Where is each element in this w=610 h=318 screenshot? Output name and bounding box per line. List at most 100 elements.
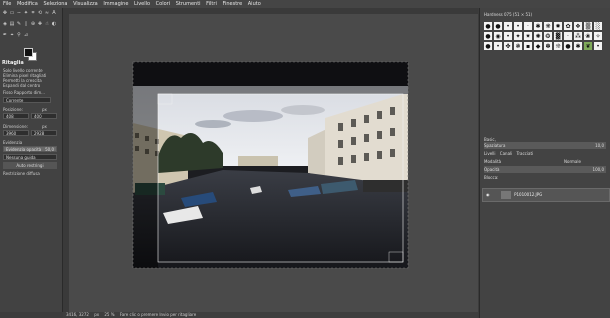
- layer-item[interactable]: ◉ P1010012.JPG: [482, 188, 610, 202]
- brush-grid: ● ● • • · ✱ ❋ ✸ ✿ ❖ ▒ ░ ● ◉ • ✦ ✷ ✺ ❂ ▓ …: [484, 22, 604, 50]
- clone-icon[interactable]: ⊕: [30, 21, 36, 27]
- canvas-area[interactable]: [63, 8, 478, 312]
- brush-swatch[interactable]: ●: [564, 42, 572, 50]
- measure-icon[interactable]: ⊿: [23, 32, 29, 38]
- brush-swatch[interactable]: ✿: [564, 22, 572, 30]
- fuzzy-select-icon[interactable]: ✦: [23, 10, 29, 16]
- text-tool-icon[interactable]: A: [51, 10, 57, 16]
- option-fixed-ratio[interactable]: Fisso Rapporto dim...: [3, 90, 45, 95]
- brush-swatch[interactable]: •: [514, 22, 522, 30]
- brush-swatch[interactable]: •: [504, 22, 512, 30]
- size-width-field[interactable]: 3960: [3, 130, 29, 136]
- heal-icon[interactable]: ✚: [37, 21, 43, 27]
- brush-swatch[interactable]: ░: [594, 22, 602, 30]
- menu-immagine[interactable]: Immagine: [103, 1, 128, 7]
- brush-swatch[interactable]: ❊: [554, 42, 562, 50]
- position-y-field[interactable]: 400: [31, 113, 57, 119]
- brush-spacing-slider[interactable]: Spaziatura 10,0: [484, 142, 606, 149]
- picker-icon[interactable]: ⌖: [9, 32, 15, 38]
- guides-select[interactable]: Nessuna guida: [3, 154, 57, 160]
- brush-swatch[interactable]: ●: [484, 32, 492, 40]
- zoom-level[interactable]: 25 %: [104, 312, 114, 317]
- layer-opacity-slider[interactable]: Opacità 100,0: [484, 166, 606, 173]
- warp-icon[interactable]: ≈: [44, 10, 50, 16]
- layer-mode-select[interactable]: Normale: [564, 158, 581, 165]
- auto-shrink-button[interactable]: Auto restringi: [3, 162, 57, 169]
- brush-swatch[interactable]: ✸: [554, 22, 562, 30]
- menu-strumenti[interactable]: Strumenti: [176, 1, 201, 7]
- brush-swatch[interactable]: ▓: [554, 32, 562, 40]
- brush-swatch[interactable]: ❦: [584, 42, 592, 50]
- size-unit[interactable]: px: [42, 124, 47, 129]
- brush-swatch[interactable]: ◉: [494, 32, 502, 40]
- toolbox-panel: ✥ ▭ ∽ ✦ ⌗ ⟲ ≈ A ◈ ▤ ✎ ▯ ⊕ ✚ ☝ ◐ ✒ ⌖ ⚲ ⊿ …: [0, 8, 63, 312]
- transform-icon[interactable]: ⟲: [37, 10, 43, 16]
- gradient-icon[interactable]: ▤: [9, 21, 15, 27]
- layer-mode-row: Modalità Normale: [484, 158, 606, 165]
- tab-layers[interactable]: Livelli: [484, 151, 496, 156]
- lasso-icon[interactable]: ∽: [16, 10, 22, 16]
- aspect-current-select[interactable]: Corrente: [3, 97, 51, 103]
- option-shrink-merged[interactable]: Restrizione diffusa: [3, 171, 40, 176]
- brush-swatch[interactable]: ❂: [544, 32, 552, 40]
- menu-file[interactable]: File: [3, 1, 11, 7]
- position-x-field[interactable]: 408: [3, 113, 29, 119]
- brush-swatch[interactable]: ✱: [574, 42, 582, 50]
- brush-swatch[interactable]: ✽: [544, 42, 552, 50]
- brush-swatch[interactable]: ❃: [514, 42, 522, 50]
- tab-paths[interactable]: Tracciati: [517, 151, 534, 156]
- brush-swatch[interactable]: ·: [524, 22, 532, 30]
- menu-visualizza[interactable]: Visualizza: [73, 1, 98, 7]
- option-highlight[interactable]: Evidenzia: [3, 140, 22, 145]
- brush-spacing-label: Spaziatura: [484, 143, 506, 148]
- brush-swatch[interactable]: ❖: [574, 22, 582, 30]
- path-icon[interactable]: ✒: [2, 32, 8, 38]
- foreground-color-swatch[interactable]: [24, 48, 33, 57]
- menu-filtri[interactable]: Filtri: [206, 1, 217, 7]
- rect-select-icon[interactable]: ▭: [9, 10, 15, 16]
- size-height-field[interactable]: 2928: [31, 130, 57, 136]
- brush-swatch[interactable]: ●: [484, 42, 492, 50]
- menu-livello[interactable]: Livello: [134, 1, 150, 7]
- menu-modifica[interactable]: Modifica: [17, 1, 38, 7]
- brush-swatch[interactable]: ✺: [534, 32, 542, 40]
- brush-swatch[interactable]: ✧: [594, 32, 602, 40]
- position-unit[interactable]: px: [42, 107, 47, 112]
- menu-colori[interactable]: Colori: [156, 1, 170, 7]
- brush-spacing-value: 10,0: [595, 143, 604, 148]
- smudge-icon[interactable]: ☝: [44, 21, 50, 27]
- brush-swatch[interactable]: ●: [494, 22, 502, 30]
- status-unit[interactable]: px: [94, 312, 99, 317]
- zoom-icon[interactable]: ⚲: [16, 32, 22, 38]
- brush-swatch[interactable]: ❋: [544, 22, 552, 30]
- crop-tool-icon[interactable]: ⌗: [30, 10, 36, 16]
- paintbrush-icon[interactable]: ✎: [16, 21, 22, 27]
- brush-swatch[interactable]: •: [494, 42, 502, 50]
- dodge-icon[interactable]: ◐: [51, 21, 57, 27]
- bucket-icon[interactable]: ◈: [2, 21, 8, 27]
- size-label: Dimensione:: [3, 124, 29, 129]
- menu-finestre[interactable]: Finestre: [222, 1, 242, 7]
- brush-swatch[interactable]: ⁂: [574, 32, 582, 40]
- brush-swatch[interactable]: ✤: [504, 42, 512, 50]
- brush-swatch[interactable]: ◆: [534, 42, 542, 50]
- brush-swatch[interactable]: ▪: [524, 42, 532, 50]
- brush-swatch[interactable]: ▒: [584, 22, 592, 30]
- menu-seleziona[interactable]: Seleziona: [43, 1, 67, 7]
- brush-swatch[interactable]: •: [504, 32, 512, 40]
- brush-swatch[interactable]: ✱: [534, 22, 542, 30]
- highlight-opacity-slider[interactable]: Evidenzia opacità 50,0: [3, 146, 57, 152]
- brush-swatch[interactable]: ✦: [514, 32, 522, 40]
- eraser-icon[interactable]: ▯: [23, 21, 29, 27]
- brush-swatch[interactable]: •: [594, 42, 602, 50]
- brush-swatch[interactable]: ·: [564, 32, 572, 40]
- tab-channels[interactable]: Canali: [500, 151, 512, 156]
- brush-swatch[interactable]: ❀: [584, 32, 592, 40]
- menu-aiuto[interactable]: Aiuto: [248, 1, 261, 7]
- option-expand-center[interactable]: Espandi dal centro: [3, 83, 40, 88]
- brush-swatch[interactable]: ✷: [524, 32, 532, 40]
- brush-swatch[interactable]: ●: [484, 22, 492, 30]
- eye-icon[interactable]: ◉: [486, 192, 490, 197]
- move-tool-icon[interactable]: ✥: [2, 10, 8, 16]
- image-canvas[interactable]: [63, 8, 478, 312]
